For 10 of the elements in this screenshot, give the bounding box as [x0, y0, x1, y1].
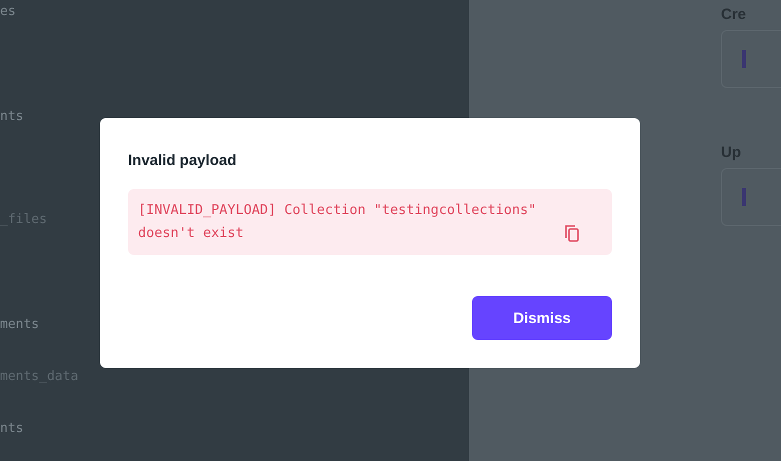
- error-text: [INVALID_PAYLOAD] Collection "testingcollections" doesn't exist: [138, 201, 538, 243]
- field-name: nts: [0, 109, 24, 125]
- field-name: es: [0, 4, 17, 20]
- dismiss-button[interactable]: Dismiss: [472, 296, 612, 340]
- copy-icon[interactable]: [564, 224, 580, 242]
- option-card[interactable]: [721, 168, 781, 226]
- option-card[interactable]: [721, 30, 781, 88]
- field-name: nts: [0, 421, 24, 437]
- field-name: ments: [0, 317, 40, 333]
- dialog-title: Invalid payload: [128, 152, 238, 169]
